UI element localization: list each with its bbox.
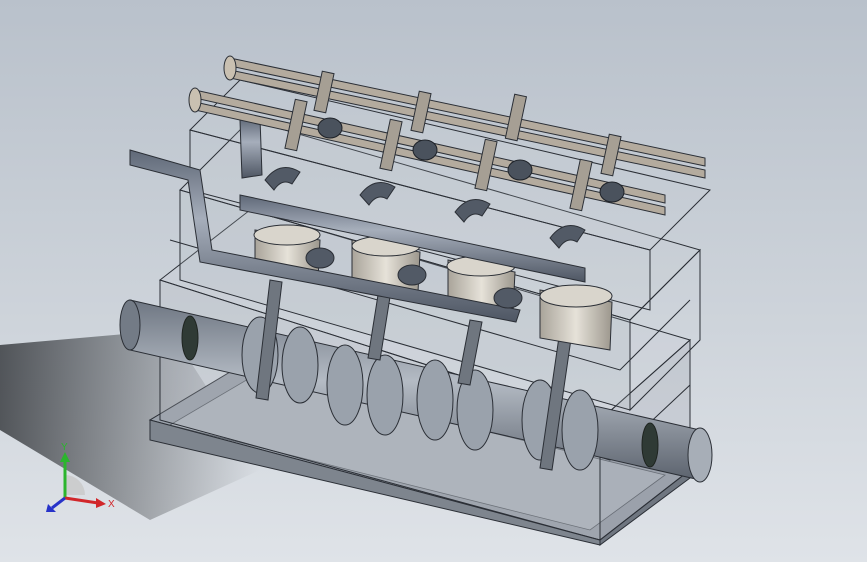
y-axis-arrow bbox=[60, 452, 70, 462]
piston-4 bbox=[539, 284, 613, 351]
z-axis-line bbox=[51, 496, 66, 510]
engine-3d-model[interactable] bbox=[0, 0, 867, 562]
graphics-viewport[interactable]: Y X bbox=[0, 0, 867, 562]
coordinate-triad[interactable]: Y X bbox=[40, 440, 120, 520]
x-axis-label: X bbox=[108, 499, 115, 510]
x-axis-line bbox=[64, 496, 99, 505]
y-axis-label: Y bbox=[61, 442, 68, 453]
triad-quarter-disc bbox=[65, 475, 85, 495]
x-axis-arrow bbox=[96, 498, 106, 508]
